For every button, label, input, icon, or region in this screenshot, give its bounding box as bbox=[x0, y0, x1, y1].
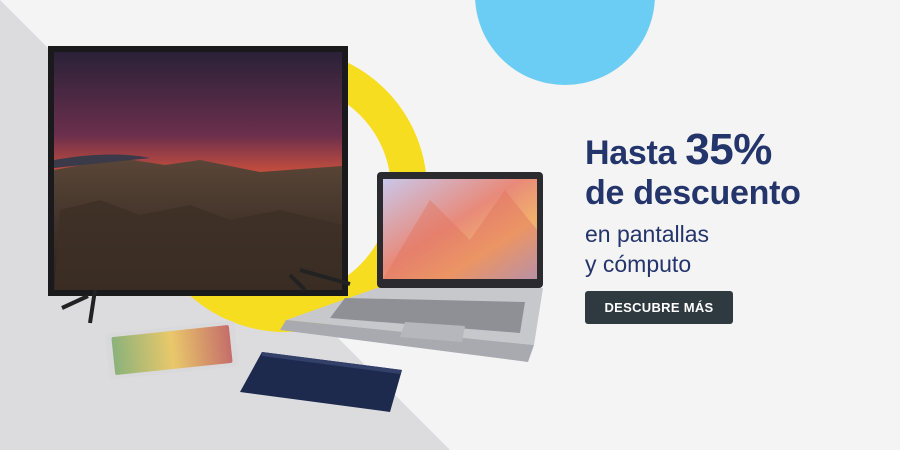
subheadline-line-1: en pantallas bbox=[585, 221, 710, 247]
headline-prefix: Hasta bbox=[585, 134, 686, 172]
promo-copy: Hasta 35% de descuento en pantallas y có… bbox=[585, 128, 801, 279]
promo-banner[interactable]: Hasta 35% de descuento en pantallas y có… bbox=[0, 0, 900, 450]
tv-image bbox=[48, 46, 351, 324]
discover-more-button[interactable]: DESCUBRE MÁS bbox=[585, 291, 733, 324]
tablet-flat-image bbox=[240, 352, 402, 412]
headline-line-2: de descuento bbox=[585, 174, 801, 212]
subheadline-line-2: y cómputo bbox=[585, 251, 692, 277]
discount-percent: 35% bbox=[685, 125, 772, 174]
headline: Hasta 35% bbox=[585, 128, 801, 173]
tablet-small-image bbox=[105, 320, 239, 380]
subheadline: en pantallas y cómputo bbox=[585, 219, 801, 279]
